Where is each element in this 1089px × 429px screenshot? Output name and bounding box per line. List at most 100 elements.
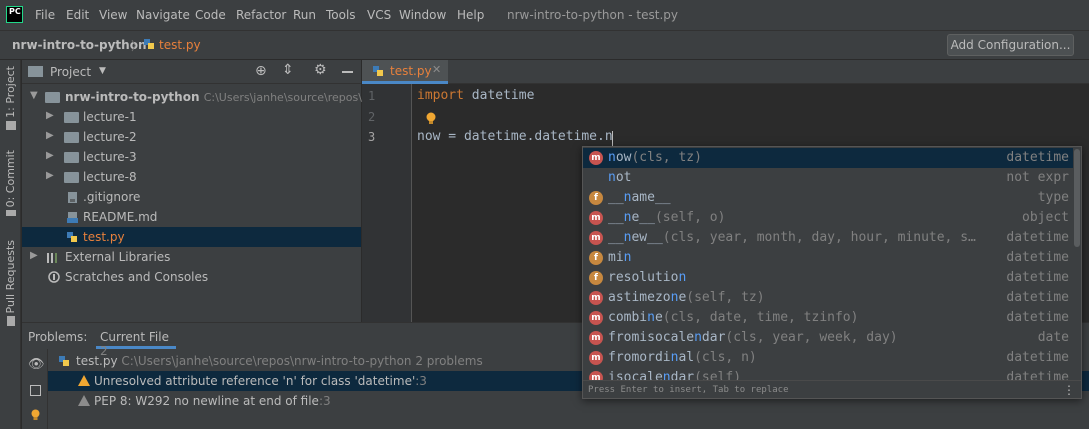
completion-item-type: not expr — [1006, 170, 1069, 185]
problem-text: PEP 8: W292 no newline at end of file:3 — [94, 394, 331, 408]
python-file-icon — [58, 355, 71, 371]
completion-item-name: resolution — [608, 270, 687, 285]
python-file-icon — [66, 231, 79, 244]
folder-icon — [45, 92, 60, 103]
markdown-file-icon — [66, 211, 79, 224]
completion-item[interactable]: m astimezone(self, tz) datetime — [583, 288, 1073, 308]
pull-requests-tool-tab[interactable]: Pull Requests — [0, 240, 21, 327]
completion-item[interactable]: m fromisocalendar(cls, year, week, day) da… — [583, 328, 1073, 348]
completion-item[interactable]: not not expr — [583, 168, 1073, 188]
completion-item[interactable]: f min datetime — [583, 248, 1073, 268]
completion-item[interactable]: m now(cls, tz) datetime — [583, 148, 1073, 168]
chevron-down-icon: ▼ — [30, 90, 38, 101]
close-icon[interactable]: ✕ — [432, 63, 441, 76]
code-text: now = datetime.datetime.n — [417, 129, 613, 144]
completion-item[interactable]: m combine(cls, date, time, tzinfo) datetim… — [583, 308, 1073, 328]
completion-item-name: combine(cls, date, time, tzinfo) — [608, 310, 859, 325]
completion-item-name: __ne__(self, o) — [608, 210, 726, 225]
completion-item-type: type — [1037, 190, 1069, 205]
tree-root-row[interactable]: ▼ nrw-intro-to-python C:\Users\janhe\sou… — [22, 87, 382, 107]
preview-icon[interactable] — [30, 385, 41, 396]
popup-scrollbar[interactable] — [1074, 149, 1080, 247]
keyword-import: import — [417, 88, 464, 103]
completion-item-name: not — [608, 170, 632, 185]
breadcrumb-project[interactable]: nrw-intro-to-python — [12, 38, 147, 52]
left-tool-strip: 1: Project 0: Commit Pull Requests — [0, 60, 21, 429]
code-completion-popup: m now(cls, tz) datetime not not expr f __name_… — [582, 146, 1082, 399]
code-line[interactable]: now = datetime.datetime.n — [417, 129, 613, 144]
project-tool-tab[interactable]: 1: Project — [0, 66, 21, 130]
tree-label: lecture-2 — [83, 130, 137, 144]
tree-folder-lecture-8[interactable]: ▶ lecture-8 — [22, 167, 361, 187]
editor-tab-test-py[interactable]: test.py ✕ — [362, 60, 448, 84]
tree-label: Scratches and Consoles — [65, 270, 209, 284]
completion-item-name: fromisocalendar(cls, year, week, day) — [608, 330, 898, 345]
menu-run[interactable]: Run — [293, 8, 316, 22]
folder-icon — [64, 172, 79, 183]
completion-item-name: __new__(cls, year, month, day, hour, min… — [608, 230, 976, 245]
completion-item[interactable]: f resolution datetime — [583, 268, 1073, 288]
chevron-right-icon: ▶ — [46, 110, 54, 121]
tree-scratches[interactable]: Scratches and Consoles — [22, 267, 361, 287]
chevron-right-icon: ▶ — [46, 170, 54, 181]
problem-file-label: test.py C:\Users\janhe\source\repos\nrw-… — [76, 354, 483, 368]
menu-help[interactable]: Help — [457, 8, 484, 22]
project-view-title[interactable]: Project — [50, 65, 91, 79]
menu-edit[interactable]: Edit — [66, 8, 89, 22]
commit-icon — [5, 210, 16, 217]
dropdown-arrow-icon[interactable]: ▼ — [99, 66, 106, 76]
folder-icon — [64, 132, 79, 143]
project-view-icon — [28, 66, 43, 77]
lightbulb-icon[interactable] — [30, 409, 41, 425]
method-icon: m — [589, 231, 603, 245]
code-line[interactable]: import datetime — [417, 88, 534, 103]
hide-panel-icon[interactable] — [342, 71, 353, 73]
menu-code[interactable]: Code — [195, 8, 226, 22]
completion-item-type: datetime — [1006, 270, 1069, 285]
tree-label: README.md — [83, 210, 158, 224]
field-icon: f — [589, 271, 603, 285]
tab-current-file[interactable]: Current File 2 — [96, 323, 176, 358]
eye-icon[interactable]: 👁 — [28, 357, 45, 372]
tree-external-libraries[interactable]: ▶ External Libraries — [22, 247, 361, 267]
menu-vcs[interactable]: VCS — [367, 8, 391, 22]
add-configuration-button[interactable]: Add Configuration... — [947, 34, 1074, 56]
tree-file-gitignore[interactable]: .gitignore — [22, 187, 361, 207]
menu-window[interactable]: Window — [399, 8, 446, 22]
breadcrumb-file[interactable]: test.py — [159, 38, 201, 52]
tree-file-test-py[interactable]: test.py — [22, 227, 361, 247]
collapse-all-icon[interactable]: ⇕ — [282, 62, 294, 78]
commit-tool-tab-label: 0: Commit — [4, 150, 17, 208]
tree-folder-lecture-2[interactable]: ▶ lecture-2 — [22, 127, 361, 147]
project-panel: Project ▼ ⊕ ⇕ ⚙ ▼ nrw-intro-to-python C:… — [22, 60, 382, 322]
more-options-icon[interactable]: ⋮ — [1063, 383, 1075, 397]
completion-item[interactable]: m __ne__(self, o) object — [583, 208, 1073, 228]
tree-label: lecture-3 — [83, 150, 137, 164]
folder-icon — [5, 120, 16, 130]
field-icon: f — [589, 191, 603, 205]
menu-file[interactable]: File — [35, 8, 55, 22]
tree-file-readme[interactable]: README.md — [22, 207, 361, 227]
completion-item[interactable]: f __name__ type — [583, 188, 1073, 208]
tree-folder-lecture-3[interactable]: ▶ lecture-3 — [22, 147, 361, 167]
tree-folder-lecture-1[interactable]: ▶ lecture-1 — [22, 107, 361, 127]
gear-icon[interactable]: ⚙ — [314, 62, 327, 78]
chevron-right-icon: ▶ — [30, 250, 38, 261]
tree-label: .gitignore — [83, 190, 141, 204]
lightbulb-icon[interactable] — [425, 112, 437, 129]
menu-refactor[interactable]: Refactor — [236, 8, 286, 22]
locate-file-icon[interactable]: ⊕ — [255, 63, 267, 79]
completion-item[interactable]: m __new__(cls, year, month, day, hour, mi… — [583, 228, 1073, 248]
tree-label: test.py — [83, 230, 125, 244]
menu-view[interactable]: View — [99, 8, 127, 22]
completion-item-name: min — [608, 250, 632, 265]
tree-root-path: C:\Users\janhe\source\repos\nrw — [203, 91, 383, 104]
warning-icon — [78, 375, 90, 386]
pycharm-logo-icon: PC — [6, 6, 23, 23]
library-icon — [46, 251, 59, 264]
completion-item[interactable]: m fromordinal(cls, n) datetime — [583, 348, 1073, 368]
menu-tools[interactable]: Tools — [326, 8, 356, 22]
commit-tool-tab[interactable]: 0: Commit — [0, 150, 21, 217]
menu-navigate[interactable]: Navigate — [136, 8, 190, 22]
method-icon: m — [589, 211, 603, 225]
